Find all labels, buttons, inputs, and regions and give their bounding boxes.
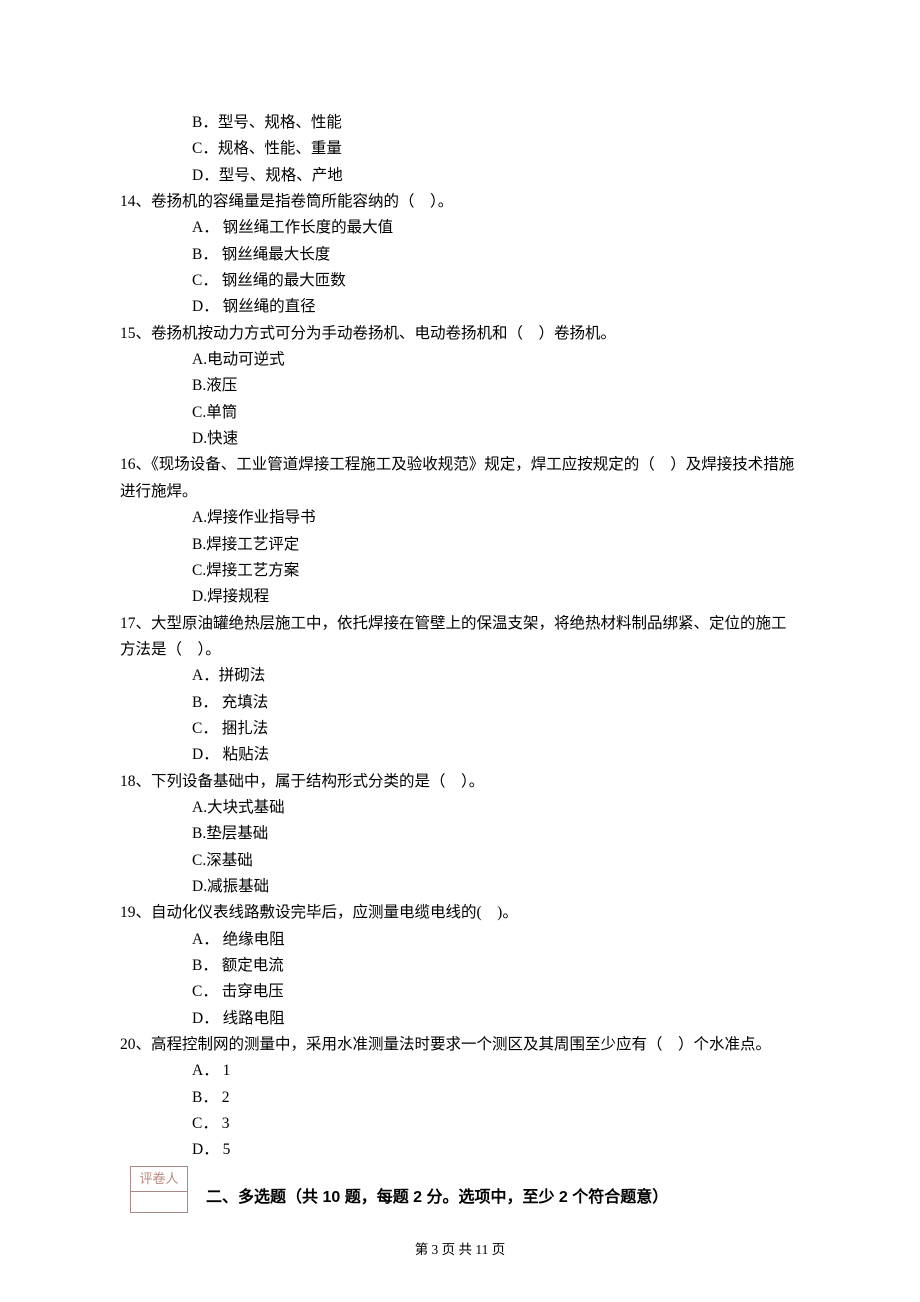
option: B．型号、规格、性能: [192, 110, 800, 136]
option: A.大块式基础: [192, 795, 800, 821]
question-18-options: A.大块式基础 B.垫层基础 C.深基础 D.减振基础: [192, 795, 800, 900]
question-18-stem: 18、下列设备基础中，属于结构形式分类的是（ ）。: [120, 769, 800, 795]
grader-label: 评卷人: [131, 1166, 188, 1191]
option: B． 额定电流: [192, 953, 800, 979]
option: B． 2: [192, 1085, 800, 1111]
option: B.焊接工艺评定: [192, 532, 800, 558]
option: D． 钢丝绳的直径: [192, 294, 800, 320]
option: C.深基础: [192, 848, 800, 874]
question-15-options: A.电动可逆式 B.液压 C.单筒 D.快速: [192, 347, 800, 452]
option: A.电动可逆式: [192, 347, 800, 373]
section-2-header-row: 评卷人 二、多选题（共 10 题，每题 2 分。选项中，至少 2 个符合题意）: [120, 1164, 800, 1213]
option: B． 钢丝绳最大长度: [192, 242, 800, 268]
question-17-options: A．拼砌法 B． 充填法 C． 捆扎法 D． 粘贴法: [192, 663, 800, 768]
option-text: 型号、规格、产地: [219, 167, 343, 184]
option-letter: C: [192, 140, 202, 157]
grader-blank: [131, 1191, 188, 1212]
option: B． 充填法: [192, 690, 800, 716]
option: A．拼砌法: [192, 663, 800, 689]
option-letter: D: [192, 167, 203, 184]
option: C．规格、性能、重量: [192, 136, 800, 162]
option: C． 钢丝绳的最大匝数: [192, 268, 800, 294]
question-14-options: A． 钢丝绳工作长度的最大值 B． 钢丝绳最大长度 C． 钢丝绳的最大匝数 D．…: [192, 215, 800, 320]
question-16-stem: 16、《现场设备、工业管道焊接工程施工及验收规范》规定，焊工应按规定的（ ）及焊…: [120, 452, 800, 505]
question-19-options: A． 绝缘电阻 B． 额定电流 C． 击穿电压 D． 线路电阻: [192, 927, 800, 1032]
page-footer: 第 3 页 共 11 页: [0, 1239, 920, 1262]
option: D.焊接规程: [192, 584, 800, 610]
option-text: 型号、规格、性能: [218, 114, 342, 131]
option: D．型号、规格、产地: [192, 163, 800, 189]
option: D． 线路电阻: [192, 1006, 800, 1032]
grader-box: 评卷人: [130, 1166, 188, 1213]
option-text: 规格、性能、重量: [218, 140, 342, 157]
option: A． 钢丝绳工作长度的最大值: [192, 215, 800, 241]
option: D． 粘贴法: [192, 742, 800, 768]
option: D.减振基础: [192, 874, 800, 900]
section-2-heading: 二、多选题（共 10 题，每题 2 分。选项中，至少 2 个符合题意）: [206, 1184, 668, 1213]
question-20-options: A． 1 B． 2 C． 3 D． 5: [192, 1058, 800, 1163]
option: B.液压: [192, 373, 800, 399]
question-19-stem: 19、自动化仪表线路敷设完毕后，应测量电缆电线的( )。: [120, 900, 800, 926]
question-20-stem: 20、高程控制网的测量中，采用水准测量法时要求一个测区及其周围至少应有（ ）个水…: [120, 1032, 800, 1058]
q13-options-continued: B．型号、规格、性能 C．规格、性能、重量 D．型号、规格、产地: [192, 110, 800, 189]
question-15-stem: 15、卷扬机按动力方式可分为手动卷扬机、电动卷扬机和（ ）卷扬机。: [120, 321, 800, 347]
page: B．型号、规格、性能 C．规格、性能、重量 D．型号、规格、产地 14、卷扬机的…: [0, 0, 920, 1302]
option: A． 1: [192, 1058, 800, 1084]
option: C． 3: [192, 1111, 800, 1137]
option: D． 5: [192, 1137, 800, 1163]
option: A.焊接作业指导书: [192, 505, 800, 531]
option: C.单筒: [192, 400, 800, 426]
option: C． 捆扎法: [192, 716, 800, 742]
option: C． 击穿电压: [192, 979, 800, 1005]
option-letter: B: [192, 114, 202, 131]
question-14-stem: 14、卷扬机的容绳量是指卷筒所能容纳的（ ）。: [120, 189, 800, 215]
question-16-options: A.焊接作业指导书 B.焊接工艺评定 C.焊接工艺方案 D.焊接规程: [192, 505, 800, 610]
option: D.快速: [192, 426, 800, 452]
question-17-stem: 17、大型原油罐绝热层施工中，依托焊接在管壁上的保温支架，将绝热材料制品绑紧、定…: [120, 611, 800, 664]
option: B.垫层基础: [192, 821, 800, 847]
option: C.焊接工艺方案: [192, 558, 800, 584]
option: A． 绝缘电阻: [192, 927, 800, 953]
